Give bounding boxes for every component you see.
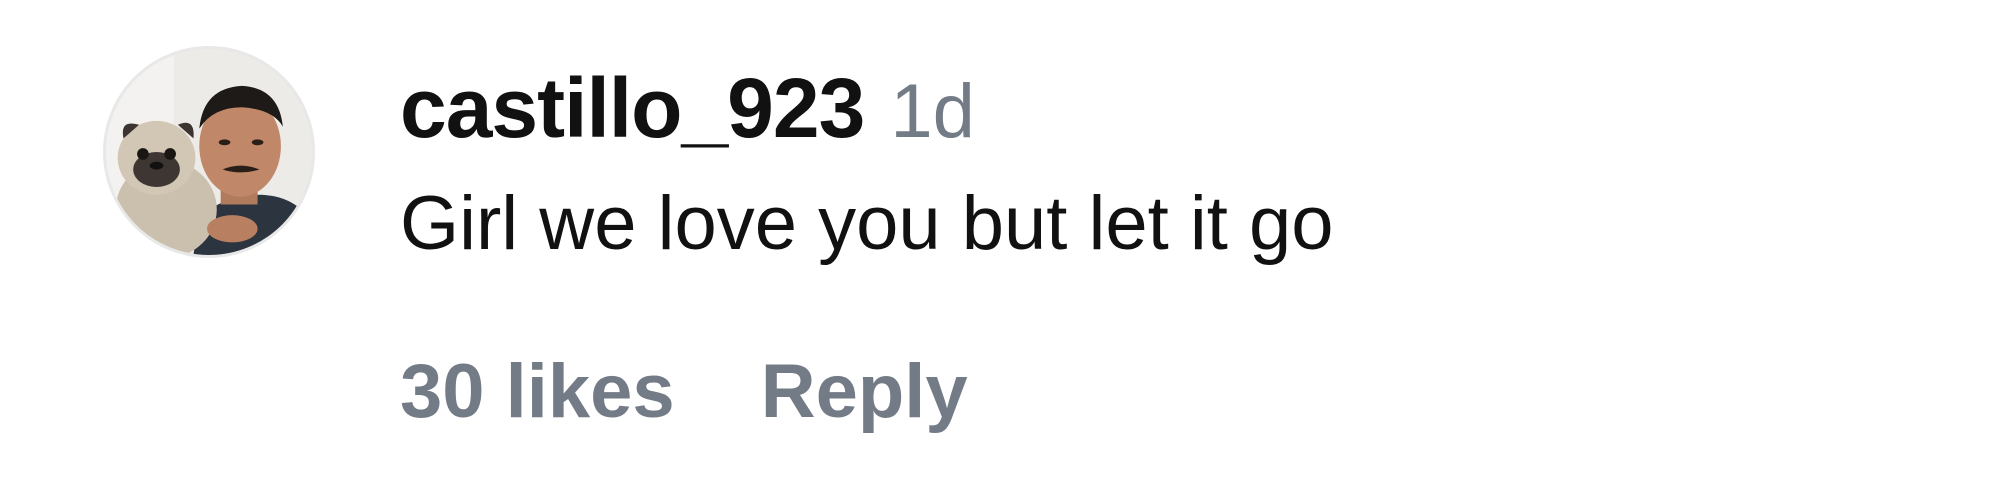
reply-button[interactable]: Reply bbox=[761, 348, 968, 435]
comment-timestamp[interactable]: 1d bbox=[890, 68, 975, 155]
avatar[interactable] bbox=[103, 46, 315, 258]
comment-actions: 30 likes Reply bbox=[400, 348, 968, 435]
username-link[interactable]: castillo_923 bbox=[400, 60, 865, 157]
comment-header: castillo_923 1d bbox=[400, 60, 1334, 160]
comment-item: castillo_923 1d Girl we love you but let… bbox=[0, 0, 2000, 495]
comment-text: Girl we love you but let it go bbox=[400, 181, 1334, 266]
comment-body: castillo_923 1d Girl we love you but let… bbox=[400, 60, 1334, 274]
likes-count[interactable]: 30 likes bbox=[400, 348, 675, 435]
profile-photo-icon bbox=[106, 49, 312, 255]
